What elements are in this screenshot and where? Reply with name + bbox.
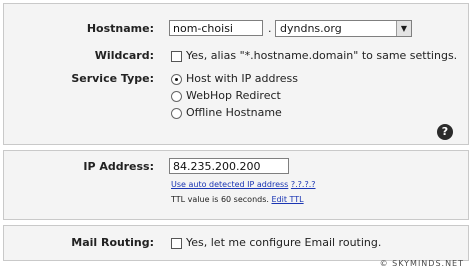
ttl-text: TTL value is 60 seconds.	[171, 195, 269, 204]
hostname-input[interactable]	[169, 20, 263, 36]
hostname-panel: Hostname: . dyndns.org ▼ Wildcard: Yes, …	[3, 3, 469, 145]
radio-host-with-ip[interactable]	[171, 74, 182, 85]
hostname-separator: .	[268, 22, 272, 35]
wildcard-checkbox[interactable]	[171, 51, 182, 62]
domain-select-value: dyndns.org	[280, 22, 342, 35]
wildcard-label: Wildcard:	[94, 49, 154, 62]
domain-select[interactable]: dyndns.org ▼	[275, 20, 412, 37]
service-option-host-ip: Host with IP address	[186, 72, 298, 85]
ip-address-input[interactable]	[169, 158, 289, 174]
service-option-offline: Offline Hostname	[186, 106, 282, 119]
service-type-label: Service Type:	[71, 72, 154, 85]
ttl-line: TTL value is 60 seconds. Edit TTL	[171, 195, 304, 204]
mail-panel: Mail Routing: Yes, let me configure Emai…	[3, 225, 469, 261]
radio-webhop-redirect[interactable]	[171, 91, 182, 102]
hostname-label: Hostname:	[86, 22, 154, 35]
auto-detected-ip-value[interactable]: ?.?.?.?	[291, 180, 316, 189]
watermark: © SKYMINDS.NET	[380, 259, 464, 268]
radio-offline-hostname[interactable]	[171, 108, 182, 119]
mail-routing-label: Mail Routing:	[71, 236, 154, 249]
help-icon[interactable]: ?	[437, 124, 453, 140]
auto-detect-ip-link[interactable]: Use auto detected IP address	[171, 180, 288, 189]
copyright-icon: ©	[379, 259, 389, 268]
chevron-down-icon[interactable]: ▼	[396, 21, 411, 36]
mail-routing-option-text: Yes, let me configure Email routing.	[186, 236, 382, 249]
edit-ttl-link[interactable]: Edit TTL	[271, 195, 303, 204]
mail-routing-checkbox[interactable]	[171, 238, 182, 249]
auto-detect-line: Use auto detected IP address ?.?.?.?	[171, 180, 316, 189]
service-option-webhop: WebHop Redirect	[186, 89, 281, 102]
watermark-text: SKYMINDS.NET	[392, 259, 464, 268]
ip-panel: IP Address: Use auto detected IP address…	[3, 150, 469, 220]
ip-address-label: IP Address:	[83, 160, 154, 173]
wildcard-option-text: Yes, alias "*.hostname.domain" to same s…	[186, 49, 458, 62]
